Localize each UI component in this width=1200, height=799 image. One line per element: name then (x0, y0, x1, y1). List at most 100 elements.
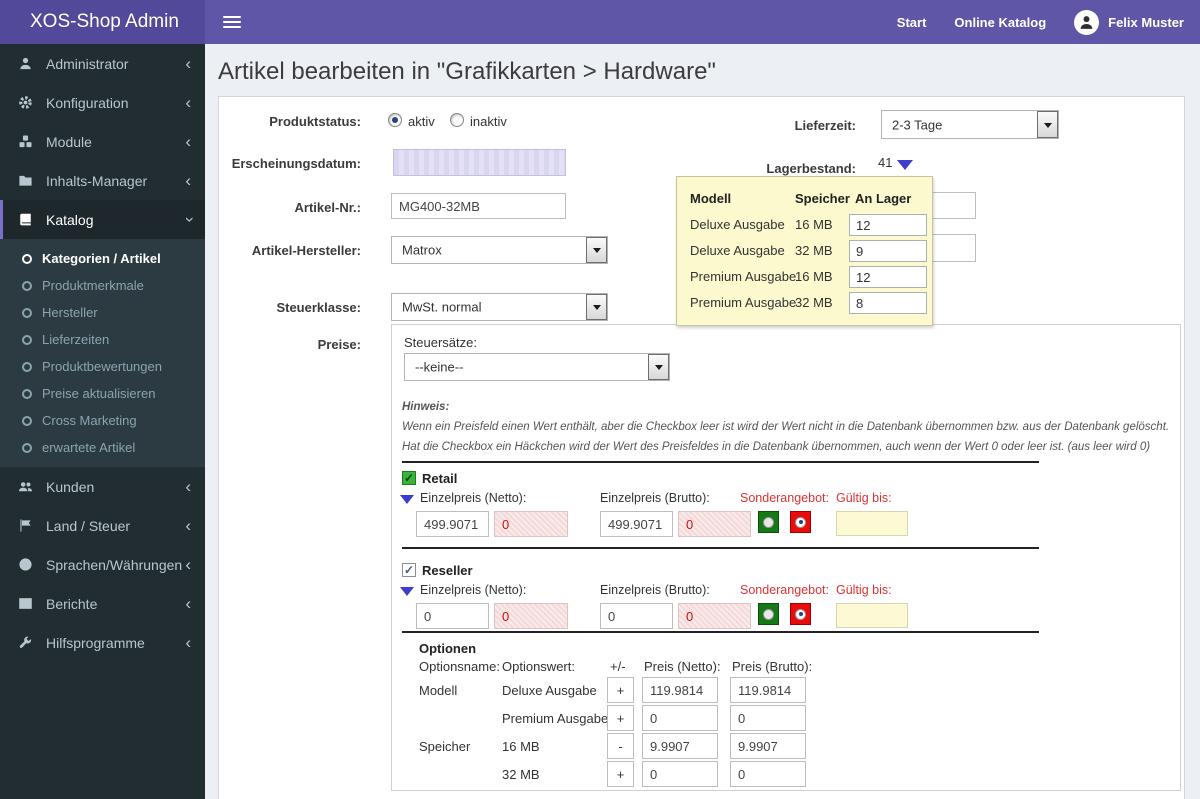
erscheinungsdatum-input[interactable] (393, 149, 566, 176)
chevron-left-icon: ‹ (185, 517, 191, 534)
brand-logo[interactable]: XOS-Shop Admin (0, 0, 205, 44)
preis-netto-header: Preis (Netto): (644, 659, 721, 674)
price-toggle-caret-icon[interactable] (400, 495, 414, 504)
nav-start-link[interactable]: Start (897, 15, 927, 30)
sidebar-item-produktbewertungen[interactable]: Produktbewertungen (0, 353, 205, 380)
hinweis-line-2: Hat die Checkbox ein Häckchen wird der W… (402, 441, 1150, 453)
sidebar-item-sprachen-waehrungen[interactable]: Sprachen/Währungen ‹ (0, 545, 205, 584)
option-netto-input[interactable] (642, 705, 718, 731)
caret-down-icon[interactable] (586, 237, 607, 263)
aktiv-option-label[interactable]: aktiv (408, 114, 435, 129)
inaktiv-option-label[interactable]: inaktiv (470, 114, 507, 129)
brutto-label: Einzelpreis (Brutto): (600, 583, 710, 597)
popup-cell-speicher: 16 MB (795, 217, 833, 232)
sidebar-item-lieferzeiten[interactable]: Lieferzeiten (0, 326, 205, 353)
sidebar-item-konfiguration[interactable]: Konfiguration ‹ (0, 83, 205, 122)
steuerklasse-select[interactable]: MwSt. normal (391, 293, 608, 321)
chevron-left-icon: ‹ (185, 94, 191, 111)
netto-input[interactable] (416, 603, 489, 629)
stock-toggle-caret-icon[interactable] (897, 160, 913, 170)
netto-alt-input[interactable] (494, 511, 568, 537)
page-title: Artikel bearbeiten in "Grafikkarten > Ha… (218, 57, 1200, 87)
netto-alt-input[interactable] (494, 603, 568, 629)
sidebar-item-katalog[interactable]: Katalog ‹ (0, 200, 205, 239)
sidebar-item-kategorien-artikel[interactable]: Kategorien / Artikel (0, 245, 205, 272)
plusminus-input[interactable] (607, 761, 634, 787)
sonderangebot-off-button[interactable] (790, 511, 811, 533)
produktstatus-label: Produktstatus: (219, 114, 361, 129)
steuersaetze-select[interactable]: --keine-- (404, 353, 670, 381)
option-brutto-input[interactable] (730, 733, 806, 759)
main-content: Artikel bearbeiten in "Grafikkarten > Ha… (205, 44, 1200, 799)
katalog-submenu: Kategorien / Artikel Produktmerkmale Her… (0, 239, 205, 467)
sidebar-item-kunden[interactable]: Kunden ‹ (0, 467, 205, 506)
an-lager-input[interactable] (849, 240, 927, 262)
book-icon (18, 212, 36, 228)
gueltig-bis-input[interactable] (836, 511, 908, 536)
lieferzeit-select[interactable]: 2-3 Tage (881, 110, 1059, 139)
hinweis-title: Hinweis: (402, 401, 449, 413)
sidebar-item-produktmerkmale[interactable]: Produktmerkmale (0, 272, 205, 299)
sidebar-item-preise-aktualisieren[interactable]: Preise aktualisieren (0, 380, 205, 407)
sonderangebot-on-button[interactable] (758, 603, 779, 625)
brutto-input[interactable] (600, 603, 673, 629)
gueltig-bis-input[interactable] (836, 603, 908, 628)
sidebar-item-land-steuer[interactable]: Land / Steuer ‹ (0, 506, 205, 545)
chevron-left-icon: ‹ (185, 634, 191, 651)
plusminus-input[interactable] (607, 733, 634, 759)
inaktiv-radio[interactable] (450, 113, 464, 127)
an-lager-input[interactable] (849, 214, 927, 236)
popup-cell-speicher: 32 MB (795, 243, 833, 258)
price-toggle-caret-icon[interactable] (400, 587, 414, 596)
caret-down-icon[interactable] (1037, 111, 1058, 138)
stock-popup: Modell Speicher An Lager Deluxe Ausgabe … (676, 176, 933, 326)
caret-down-icon[interactable] (648, 354, 669, 380)
header-nav-right: Start Online Katalog Felix Muster (897, 10, 1200, 35)
option-netto-input[interactable] (642, 677, 718, 703)
sonderangebot-on-button[interactable] (758, 511, 779, 533)
sidebar-item-hersteller[interactable]: Hersteller (0, 299, 205, 326)
caret-down-icon[interactable] (586, 294, 607, 320)
option-brutto-input[interactable] (730, 677, 806, 703)
option-brutto-input[interactable] (730, 705, 806, 731)
chevron-down-icon: ‹ (180, 217, 197, 223)
popup-cell-modell: Deluxe Ausgabe (690, 243, 785, 258)
an-lager-input[interactable] (849, 292, 927, 314)
erscheinungsdatum-label: Erscheinungsdatum: (219, 156, 361, 171)
option-name: Speicher (419, 739, 470, 754)
option-netto-input[interactable] (642, 733, 718, 759)
artikel-nr-input[interactable] (391, 193, 566, 219)
sonderangebot-off-button[interactable] (790, 603, 811, 625)
sidebar-item-erwartete-artikel[interactable]: erwartete Artikel (0, 434, 205, 461)
sidebar-item-inhalts-manager[interactable]: Inhalts-Manager ‹ (0, 161, 205, 200)
brutto-alt-input[interactable] (678, 603, 751, 629)
sidebar-item-administrator[interactable]: Administrator ‹ (0, 44, 205, 83)
divider (402, 547, 1039, 549)
artikel-hersteller-select[interactable]: Matrox (391, 236, 608, 264)
circle-icon (22, 389, 32, 399)
sidebar-item-module[interactable]: Module ‹ (0, 122, 205, 161)
sidebar-item-berichte[interactable]: Berichte ‹ (0, 584, 205, 623)
plusminus-input[interactable] (607, 677, 634, 703)
circle-icon (22, 362, 32, 372)
netto-input[interactable] (416, 511, 489, 537)
sidebar-item-cross-marketing[interactable]: Cross Marketing (0, 407, 205, 434)
plusminus-input[interactable] (607, 705, 634, 731)
artikel-hersteller-label: Artikel-Hersteller: (219, 243, 361, 258)
user-menu[interactable]: Felix Muster (1074, 10, 1184, 35)
an-lager-input[interactable] (849, 266, 927, 288)
option-brutto-input[interactable] (730, 761, 806, 787)
option-netto-input[interactable] (642, 761, 718, 787)
user-name: Felix Muster (1108, 15, 1184, 30)
retail-checkbox[interactable] (402, 471, 416, 485)
brutto-alt-input[interactable] (678, 511, 751, 537)
aktiv-radio[interactable] (388, 113, 402, 127)
nav-online-katalog-link[interactable]: Online Katalog (954, 15, 1046, 30)
circle-icon (22, 281, 32, 291)
reseller-checkbox[interactable] (402, 563, 416, 577)
popup-cell-modell: Premium Ausgabe (690, 295, 796, 310)
brutto-input[interactable] (600, 511, 673, 537)
sidebar-item-hilfsprogramme[interactable]: Hilfsprogramme ‹ (0, 623, 205, 662)
hamburger-icon[interactable] (223, 13, 241, 31)
radio-selected-icon (795, 609, 806, 620)
